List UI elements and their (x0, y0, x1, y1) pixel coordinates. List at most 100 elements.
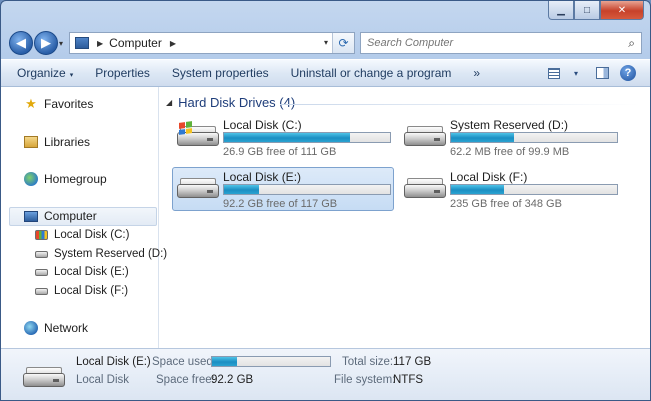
space-used-label: Space used: (152, 356, 216, 368)
drive-icon (23, 365, 65, 389)
group-header[interactable]: ◢ Hard Disk Drives (4) (166, 95, 295, 110)
sidebar-item-label: Local Disk (C:) (54, 229, 130, 241)
drive-free-space: 235 GB free of 348 GB (450, 198, 562, 210)
back-button[interactable]: ◀ (9, 31, 33, 55)
star-icon: ★ (25, 96, 37, 111)
sidebar-item-network[interactable]: Network (23, 321, 88, 335)
command-bar: Organize ▾ Properties System properties U… (1, 59, 650, 87)
help-button[interactable]: ? (618, 64, 638, 82)
properties-button[interactable]: Properties (89, 64, 156, 82)
usage-fill (451, 185, 505, 194)
sidebar-item-label: Local Disk (F:) (54, 285, 129, 297)
sidebar-item-label: System Reserved (D:) (54, 248, 168, 260)
space-free-value: 92.2 GB (211, 374, 254, 386)
computer-icon (75, 37, 89, 49)
minimize-button[interactable]: ▁ (548, 1, 574, 20)
file-system-label: File system: (334, 374, 396, 386)
space-free-label: Space free: (156, 374, 215, 386)
library-icon (23, 135, 39, 149)
drive-name: Local Disk (F:) (450, 170, 528, 184)
network-icon (23, 321, 39, 335)
homegroup-icon (23, 172, 39, 186)
navigation-bar: ◀ ▶ ▾ ▶ Computer ▶ ▾ ⟳ ⌕ (1, 27, 650, 59)
system-drive-icon (177, 121, 219, 148)
sidebar-item-local-disk-e[interactable]: Local Disk (E:) (33, 265, 129, 279)
file-system-value: NTFS (393, 374, 424, 386)
drive-icon (33, 284, 49, 298)
maximize-button[interactable]: □ (574, 1, 600, 20)
address-dropdown-icon[interactable]: ▾ (324, 38, 328, 47)
organize-label: Organize (17, 66, 66, 80)
chevron-down-icon: ▾ (69, 72, 74, 79)
details-pane: Local Disk (E:) Local Disk Space used: S… (1, 348, 650, 400)
usage-bar (450, 132, 618, 143)
sidebar-item-label: Network (44, 321, 89, 335)
sidebar-item-label: Local Disk (E:) (54, 266, 129, 278)
address-bar[interactable]: ▶ Computer ▶ ▾ ⟳ (69, 32, 355, 54)
group-divider (280, 104, 640, 105)
drive-name: Local Disk (E:) (223, 170, 302, 184)
drive-icon (404, 176, 446, 200)
explorer-window: ▁ □ ✕ ◀ ▶ ▾ ▶ Computer ▶ ▾ ⟳ ⌕ Organize▾… (0, 0, 651, 401)
sidebar-item-favorites[interactable]: ★ Favorites (23, 96, 94, 111)
recent-pages-dropdown[interactable]: ▾ (59, 39, 63, 48)
view-controls: ▾ ? (538, 64, 638, 82)
total-size-value: 117 GB (393, 356, 432, 368)
total-size-label: Total size: (342, 356, 394, 368)
drive-free-space: 62.2 MB free of 99.9 MB (450, 146, 570, 158)
drive-icon (33, 265, 49, 279)
organize-menu[interactable]: Organize ▾ (11, 64, 79, 82)
breadcrumb-separator[interactable]: ▶ (170, 39, 176, 48)
breadcrumb-separator[interactable]: ▶ (97, 39, 103, 48)
usage-fill (224, 185, 259, 194)
system-properties-button[interactable]: System properties (166, 64, 275, 82)
usage-bar (450, 184, 618, 195)
sidebar-item-homegroup[interactable]: Homegroup (23, 172, 107, 186)
drive-name: System Reserved (D:) (450, 118, 569, 132)
forward-button[interactable]: ▶ (34, 31, 58, 55)
usage-fill (224, 133, 351, 142)
sidebar-item-label: Homegroup (44, 172, 107, 186)
collapse-icon[interactable]: ◢ (166, 98, 172, 107)
drive-tile-e[interactable]: Local Disk (E:) 92.2 GB free of 117 GB (172, 167, 394, 211)
details-drive-type: Local Disk (76, 374, 130, 386)
sidebar-item-computer[interactable]: Computer (23, 209, 97, 223)
search-box: ⌕ (360, 32, 642, 54)
view-icon (548, 67, 560, 79)
usage-fill (451, 133, 515, 142)
preview-pane-button[interactable] (592, 64, 612, 82)
space-used-bar (211, 356, 331, 367)
close-button[interactable]: ✕ (600, 1, 644, 20)
sidebar-item-label: Favorites (44, 97, 94, 111)
drive-name: Local Disk (C:) (223, 118, 302, 132)
main-area: ★ Favorites Libraries Homegroup Computer… (1, 87, 650, 348)
sidebar-item-local-disk-c[interactable]: Local Disk (C:) (33, 228, 129, 242)
sidebar-item-label: Libraries (44, 135, 91, 149)
sidebar-item-libraries[interactable]: Libraries (23, 135, 90, 149)
system-drive-icon (33, 228, 49, 242)
sidebar-item-local-disk-f[interactable]: Local Disk (F:) (33, 284, 128, 298)
uninstall-program-button[interactable]: Uninstall or change a program (285, 64, 458, 82)
sidebar-item-system-reserved-d[interactable]: System Reserved (D:) (33, 247, 167, 261)
breadcrumb-computer[interactable]: Computer (109, 36, 162, 50)
sidebar-item-label: Computer (44, 209, 97, 223)
details-drive-name: Local Disk (E:) (76, 356, 151, 368)
file-list: ◢ Hard Disk Drives (4) Local Disk (C:) 2… (160, 87, 650, 348)
drive-tile-c[interactable]: Local Disk (C:) 26.9 GB free of 111 GB (172, 115, 394, 159)
usage-bar (223, 132, 391, 143)
space-used-fill (212, 357, 237, 366)
usage-bar (223, 184, 391, 195)
drive-tile-f[interactable]: Local Disk (F:) 235 GB free of 348 GB (399, 167, 621, 211)
change-view-button[interactable] (544, 64, 564, 82)
caption-buttons: ▁ □ ✕ (548, 1, 644, 21)
computer-icon (23, 209, 39, 223)
view-options-dropdown[interactable]: ▾ (566, 64, 586, 82)
search-icon[interactable]: ⌕ (628, 36, 635, 51)
drive-tile-d[interactable]: System Reserved (D:) 62.2 MB free of 99.… (399, 115, 621, 159)
more-commands-button[interactable]: » (467, 64, 486, 82)
help-icon: ? (620, 65, 636, 81)
group-title: Hard Disk Drives (4) (178, 95, 296, 110)
refresh-icon[interactable]: ⟳ (332, 33, 354, 53)
drive-free-space: 92.2 GB free of 117 GB (223, 198, 338, 210)
search-input[interactable] (367, 37, 617, 49)
